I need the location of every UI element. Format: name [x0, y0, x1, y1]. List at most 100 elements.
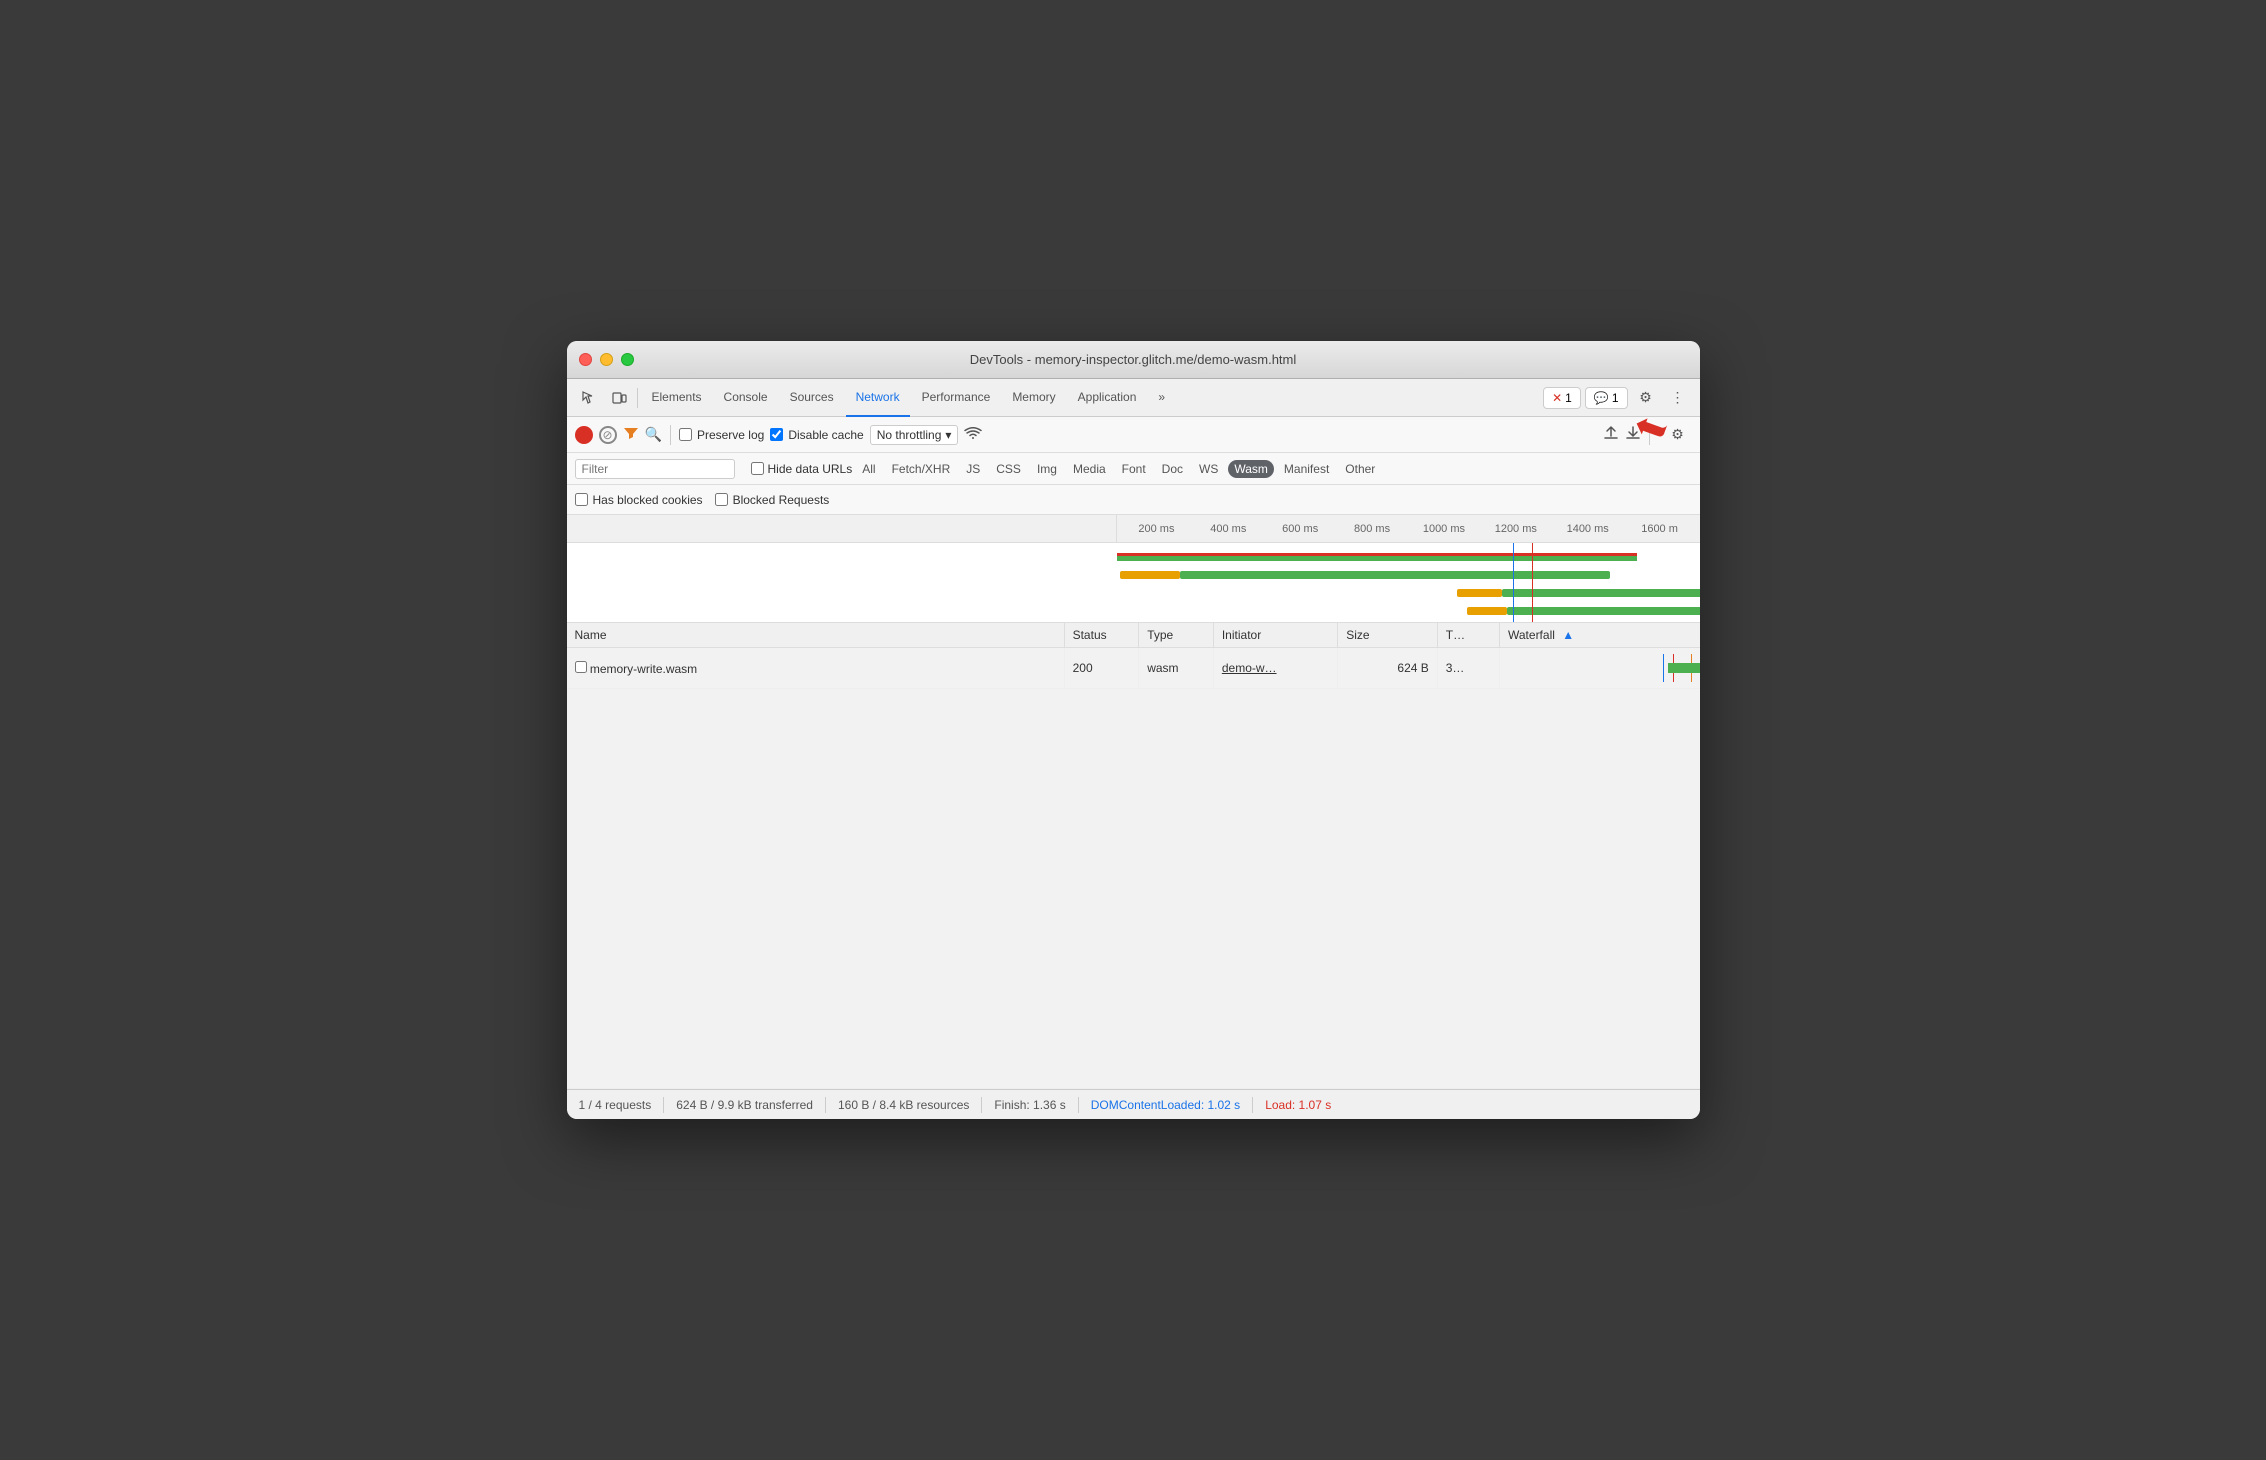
message-icon: 💬 — [1594, 391, 1609, 405]
hide-data-urls-text: Hide data URLs — [768, 462, 853, 476]
col-waterfall-header[interactable]: Waterfall ▲ — [1500, 623, 1700, 648]
status-requests: 1 / 4 requests — [579, 1098, 652, 1112]
timeline-bar-2-green — [1180, 571, 1610, 579]
disable-cache-checkbox-label[interactable]: Disable cache — [770, 428, 863, 442]
col-time-header[interactable]: T… — [1437, 623, 1499, 648]
error-icon: ✕ — [1552, 391, 1562, 405]
col-type-header[interactable]: Type — [1139, 623, 1214, 648]
col-waterfall-label: Waterfall — [1508, 628, 1555, 642]
type-filter-wasm[interactable]: Wasm — [1228, 460, 1274, 478]
table-empty-space — [567, 689, 1700, 1089]
row-status: 200 — [1073, 661, 1093, 675]
tab-more[interactable]: » — [1148, 379, 1175, 417]
col-initiator-header[interactable]: Initiator — [1213, 623, 1337, 648]
type-filter-fetch-xhr[interactable]: Fetch/XHR — [886, 460, 957, 478]
tab-performance[interactable]: Performance — [912, 379, 1001, 417]
timeline-bar-2-orange — [1120, 571, 1180, 579]
status-load: Load: 1.07 s — [1265, 1098, 1331, 1112]
row-name: memory-write.wasm — [590, 662, 697, 676]
col-initiator-label: Initiator — [1222, 628, 1261, 642]
type-filter-js[interactable]: JS — [960, 460, 986, 478]
close-button[interactable] — [579, 353, 592, 366]
disable-cache-checkbox[interactable] — [770, 428, 783, 441]
tab-elements[interactable]: Elements — [642, 379, 712, 417]
timeline-red-line — [1532, 543, 1534, 622]
type-filter-other[interactable]: Other — [1339, 460, 1381, 478]
traffic-lights[interactable] — [579, 353, 634, 366]
type-filter-font[interactable]: Font — [1116, 460, 1152, 478]
row-name-cell: memory-write.wasm — [567, 648, 1065, 689]
tab-network[interactable]: Network — [846, 379, 910, 417]
error-count: 1 — [1565, 391, 1572, 405]
filter-icon[interactable] — [623, 425, 639, 444]
throttle-select[interactable]: No throttling ▾ — [870, 425, 959, 445]
row-initiator: demo-w… — [1222, 661, 1277, 675]
upload-icon[interactable] — [1603, 425, 1619, 444]
preserve-log-checkbox[interactable] — [679, 428, 692, 441]
type-filter-media[interactable]: Media — [1067, 460, 1112, 478]
blocked-requests-label[interactable]: Blocked Requests — [715, 493, 830, 507]
timeline-label-1400: 1400 ms — [1552, 523, 1624, 535]
filter-input[interactable] — [575, 459, 735, 479]
tab-memory[interactable]: Memory — [1002, 379, 1065, 417]
type-filter-img[interactable]: Img — [1031, 460, 1063, 478]
status-domcontentloaded: DOMContentLoaded: 1.02 s — [1091, 1098, 1240, 1112]
toolbar-separator — [637, 388, 638, 408]
status-sep4 — [1078, 1097, 1079, 1113]
record-button[interactable] — [575, 426, 593, 444]
minimize-button[interactable] — [600, 353, 613, 366]
inspect-element-icon[interactable] — [575, 384, 603, 412]
col-name-header[interactable]: Name — [567, 623, 1065, 648]
row-type-cell: wasm — [1139, 648, 1214, 689]
timeline-label-200: 200 ms — [1121, 523, 1193, 535]
maximize-button[interactable] — [621, 353, 634, 366]
row-size-cell: 624 B — [1338, 648, 1438, 689]
row-time: 3… — [1446, 661, 1465, 675]
type-filter-all[interactable]: All — [856, 460, 881, 478]
timeline-header: 200 ms 400 ms 600 ms 800 ms 1000 ms 1200… — [567, 515, 1700, 543]
wifi-icon — [964, 426, 982, 443]
row-checkbox[interactable] — [575, 661, 587, 673]
network-table-wrapper: Name Status Type Initiator Size — [567, 623, 1700, 1089]
clear-button[interactable]: ⊘ — [599, 426, 617, 444]
status-sep2 — [825, 1097, 826, 1113]
timeline-label-400: 400 ms — [1192, 523, 1264, 535]
search-icon[interactable]: 🔍 — [645, 426, 662, 443]
network-table: Name Status Type Initiator Size — [567, 623, 1700, 1089]
hide-data-urls-label[interactable]: Hide data URLs — [751, 462, 853, 476]
sort-arrow-icon: ▲ — [1562, 628, 1574, 642]
tab-application[interactable]: Application — [1068, 379, 1147, 417]
status-sep3 — [981, 1097, 982, 1113]
timeline-label-600: 600 ms — [1264, 523, 1336, 535]
device-toolbar-icon[interactable] — [605, 384, 633, 412]
tab-sources[interactable]: Sources — [780, 379, 844, 417]
timeline-label-1200: 1200 ms — [1480, 523, 1552, 535]
tab-console[interactable]: Console — [714, 379, 778, 417]
type-filter-doc[interactable]: Doc — [1156, 460, 1189, 478]
table-row[interactable]: memory-write.wasm 200 wasm demo-w… 624 B — [567, 648, 1700, 689]
disable-cache-label: Disable cache — [788, 428, 863, 442]
col-time-label: T… — [1446, 628, 1465, 642]
col-name-label: Name — [575, 628, 607, 642]
waterfall-blue-vline — [1663, 654, 1664, 682]
has-blocked-cookies-label[interactable]: Has blocked cookies — [575, 493, 703, 507]
col-status-header[interactable]: Status — [1064, 623, 1139, 648]
error-badge-button[interactable]: ✕ 1 — [1543, 387, 1581, 409]
col-size-label: Size — [1346, 628, 1369, 642]
type-filter-ws[interactable]: WS — [1193, 460, 1224, 478]
hide-data-urls-checkbox[interactable] — [751, 462, 764, 475]
row-type: wasm — [1147, 661, 1178, 675]
preserve-log-checkbox-label[interactable]: Preserve log — [679, 428, 764, 442]
more-options-icon[interactable]: ⋮ — [1664, 384, 1692, 412]
message-badge-button[interactable]: 💬 1 — [1585, 387, 1628, 409]
row-status-cell: 200 — [1064, 648, 1139, 689]
toolbar-right-area: ➥ ⚙ — [1603, 421, 1692, 449]
has-blocked-cookies-checkbox[interactable] — [575, 493, 588, 506]
network-toolbar: ⊘ 🔍 Preserve log Disable cache No thrott… — [567, 417, 1700, 453]
col-size-header[interactable]: Size — [1338, 623, 1438, 648]
type-filter-css[interactable]: CSS — [990, 460, 1027, 478]
status-transferred: 624 B / 9.9 kB transferred — [676, 1098, 813, 1112]
timeline-label-1600: 1600 m — [1624, 523, 1696, 535]
type-filter-manifest[interactable]: Manifest — [1278, 460, 1335, 478]
blocked-requests-checkbox[interactable] — [715, 493, 728, 506]
